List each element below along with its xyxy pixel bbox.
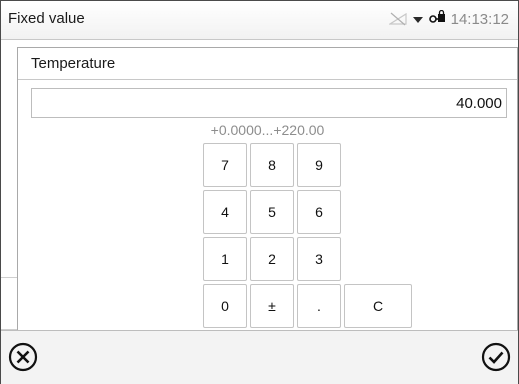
- divider: [1, 277, 17, 278]
- key-decimal-point[interactable]: .: [297, 284, 341, 328]
- cancel-icon[interactable]: [7, 341, 39, 373]
- key-0[interactable]: 0: [203, 284, 247, 328]
- key-9[interactable]: 9: [297, 143, 341, 187]
- bottom-bar: [1, 330, 518, 384]
- dialog-title: Temperature: [31, 55, 116, 72]
- value-range: +0.0000...+220.00: [210, 122, 325, 138]
- key-7[interactable]: 7: [203, 143, 247, 187]
- key-1[interactable]: 1: [203, 237, 247, 281]
- title-bar: Fixed value 14:13:12: [1, 1, 518, 40]
- value-input[interactable]: 40.000: [31, 88, 507, 118]
- confirm-icon[interactable]: [480, 341, 512, 373]
- key-8[interactable]: 8: [250, 143, 294, 187]
- key-plus-minus[interactable]: ±: [250, 284, 294, 328]
- clock-time: 14:13:12: [450, 10, 509, 28]
- network-disconnected-icon: [388, 12, 407, 26]
- key-clear[interactable]: C: [344, 284, 412, 328]
- value-dialog: Temperature 40.000 +0.0000...+220.00 7 8…: [17, 47, 518, 331]
- divider: [18, 79, 517, 80]
- value-text: 40.000: [456, 95, 502, 112]
- key-5[interactable]: 5: [250, 190, 294, 234]
- key-lock-icon: [428, 9, 445, 28]
- key-3[interactable]: 3: [297, 237, 341, 281]
- key-6[interactable]: 6: [297, 190, 341, 234]
- key-2[interactable]: 2: [250, 237, 294, 281]
- window-title: Fixed value: [8, 10, 85, 27]
- dropdown-arrow-icon[interactable]: [412, 11, 423, 28]
- status-area: 14:13:12: [388, 9, 509, 28]
- key-4[interactable]: 4: [203, 190, 247, 234]
